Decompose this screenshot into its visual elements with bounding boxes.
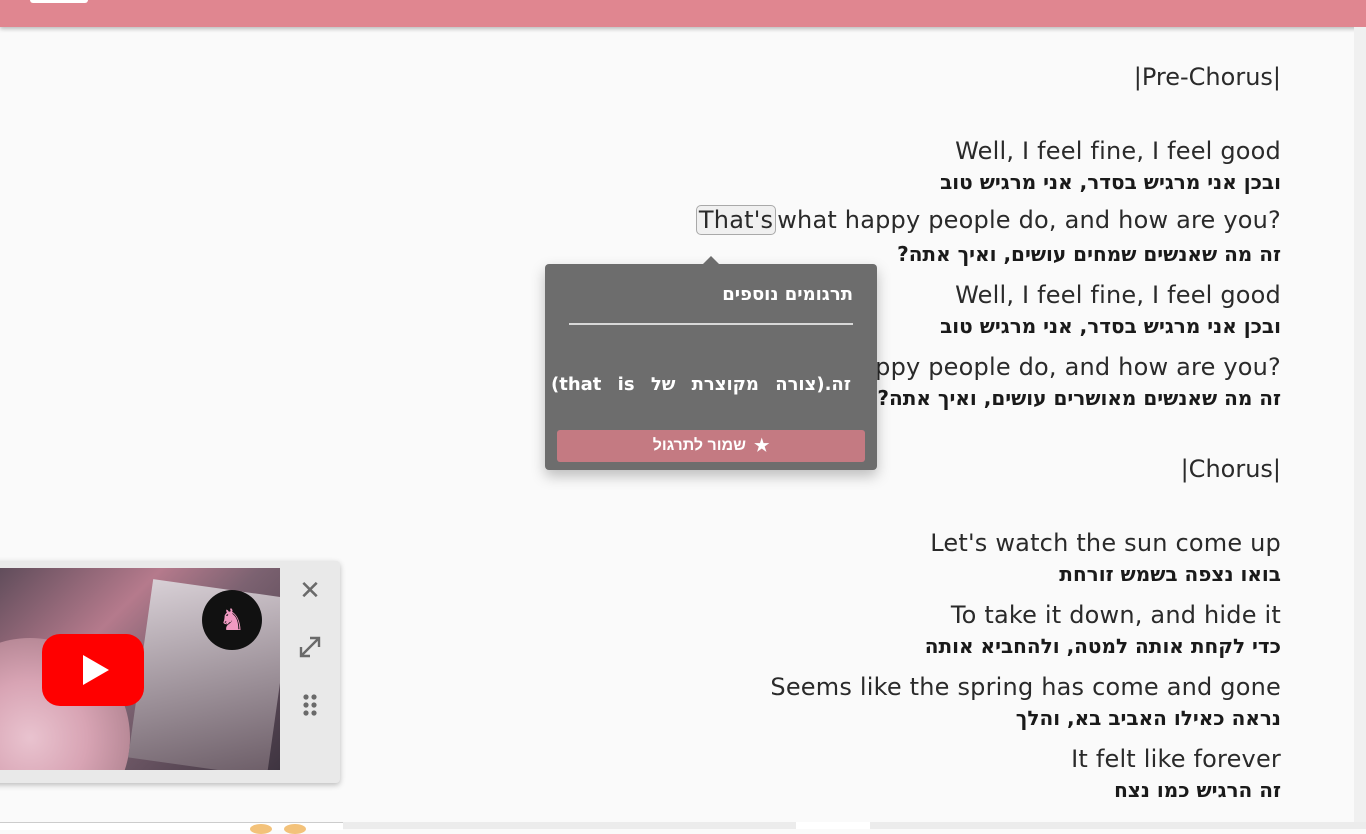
lyric-line-en[interactable]: That's what happy people do, and how are … <box>695 205 1281 235</box>
lyric-line-en[interactable]: To take it down, and hide it <box>951 601 1281 629</box>
lyric-line-en[interactable]: It felt like forever <box>1071 745 1281 773</box>
popup-title: תרגומים נוספים <box>722 284 853 305</box>
lyric-line-he: ובכן אני מרגיש בסדר, אני מרגיש טוב <box>940 170 1281 194</box>
mini-video-player: ♞ ✕ <box>0 561 340 783</box>
lyric-line-he: זה הרגיש כמו נצח <box>1114 778 1281 802</box>
video-thumbnail[interactable]: ♞ <box>0 568 280 770</box>
bottom-bar <box>0 822 1366 834</box>
tab-indicator[interactable] <box>30 0 88 3</box>
lyric-line-en[interactable]: Seems like the spring has come and gone <box>770 673 1281 701</box>
lyric-line-he: כדי לקחת אותה למטה, ולהחביא אותה <box>924 634 1281 658</box>
popup-divider <box>569 323 853 325</box>
star-icon: ★ <box>754 436 770 455</box>
popup-arrow <box>703 256 719 264</box>
channel-logo-icon[interactable]: ♞ <box>202 590 262 650</box>
status-dot-icon <box>284 824 306 834</box>
translation-popup: תרגומים נוספים זה.(צורה מקוצרת של that i… <box>545 256 877 470</box>
section-label-chorus: |Chorus| <box>1180 455 1281 483</box>
lyric-line-he: ובכן אני מרגיש בסדר, אני מרגיש טוב <box>940 314 1281 338</box>
close-icon[interactable]: ✕ <box>296 576 324 606</box>
lyric-line-he: נראה כאילו האביב בא, והלך <box>1015 706 1281 730</box>
drag-handle-icon[interactable] <box>296 691 324 719</box>
lyric-line-he: בואו נצפה בשמש זורחת <box>1059 562 1281 586</box>
youtube-play-icon[interactable] <box>42 634 144 706</box>
save-button-label: שמור לתרגול <box>652 437 747 454</box>
lyric-line-en[interactable]: Let's watch the sun come up <box>930 529 1281 557</box>
expand-icon[interactable] <box>296 633 324 661</box>
lyric-line-en[interactable]: Well, I feel fine, I feel good <box>955 137 1281 165</box>
lyric-line-he: זה מה שאנשים מאושרים עושים, ואיך אתה? <box>877 386 1281 410</box>
popup-translation: זה.(צורה מקוצרת של that is) <box>550 374 851 395</box>
lyric-line-he: זה מה שאנשים שמחים עושים, ואיך אתה? <box>897 242 1281 266</box>
lyric-line-rest[interactable]: what happy people do, and how are you? <box>777 206 1281 234</box>
status-dot-icon <box>250 824 272 834</box>
scrollbar[interactable] <box>1354 27 1366 822</box>
top-bar <box>0 0 1366 27</box>
lyric-line-en[interactable]: Well, I feel fine, I feel good <box>955 281 1281 309</box>
section-label-pre-chorus: |Pre-Chorus| <box>1133 63 1281 91</box>
selected-word[interactable]: That's <box>695 205 777 235</box>
bottom-bar-segment <box>796 822 870 829</box>
save-for-practice-button[interactable]: ★ שמור לתרגול <box>557 430 865 462</box>
